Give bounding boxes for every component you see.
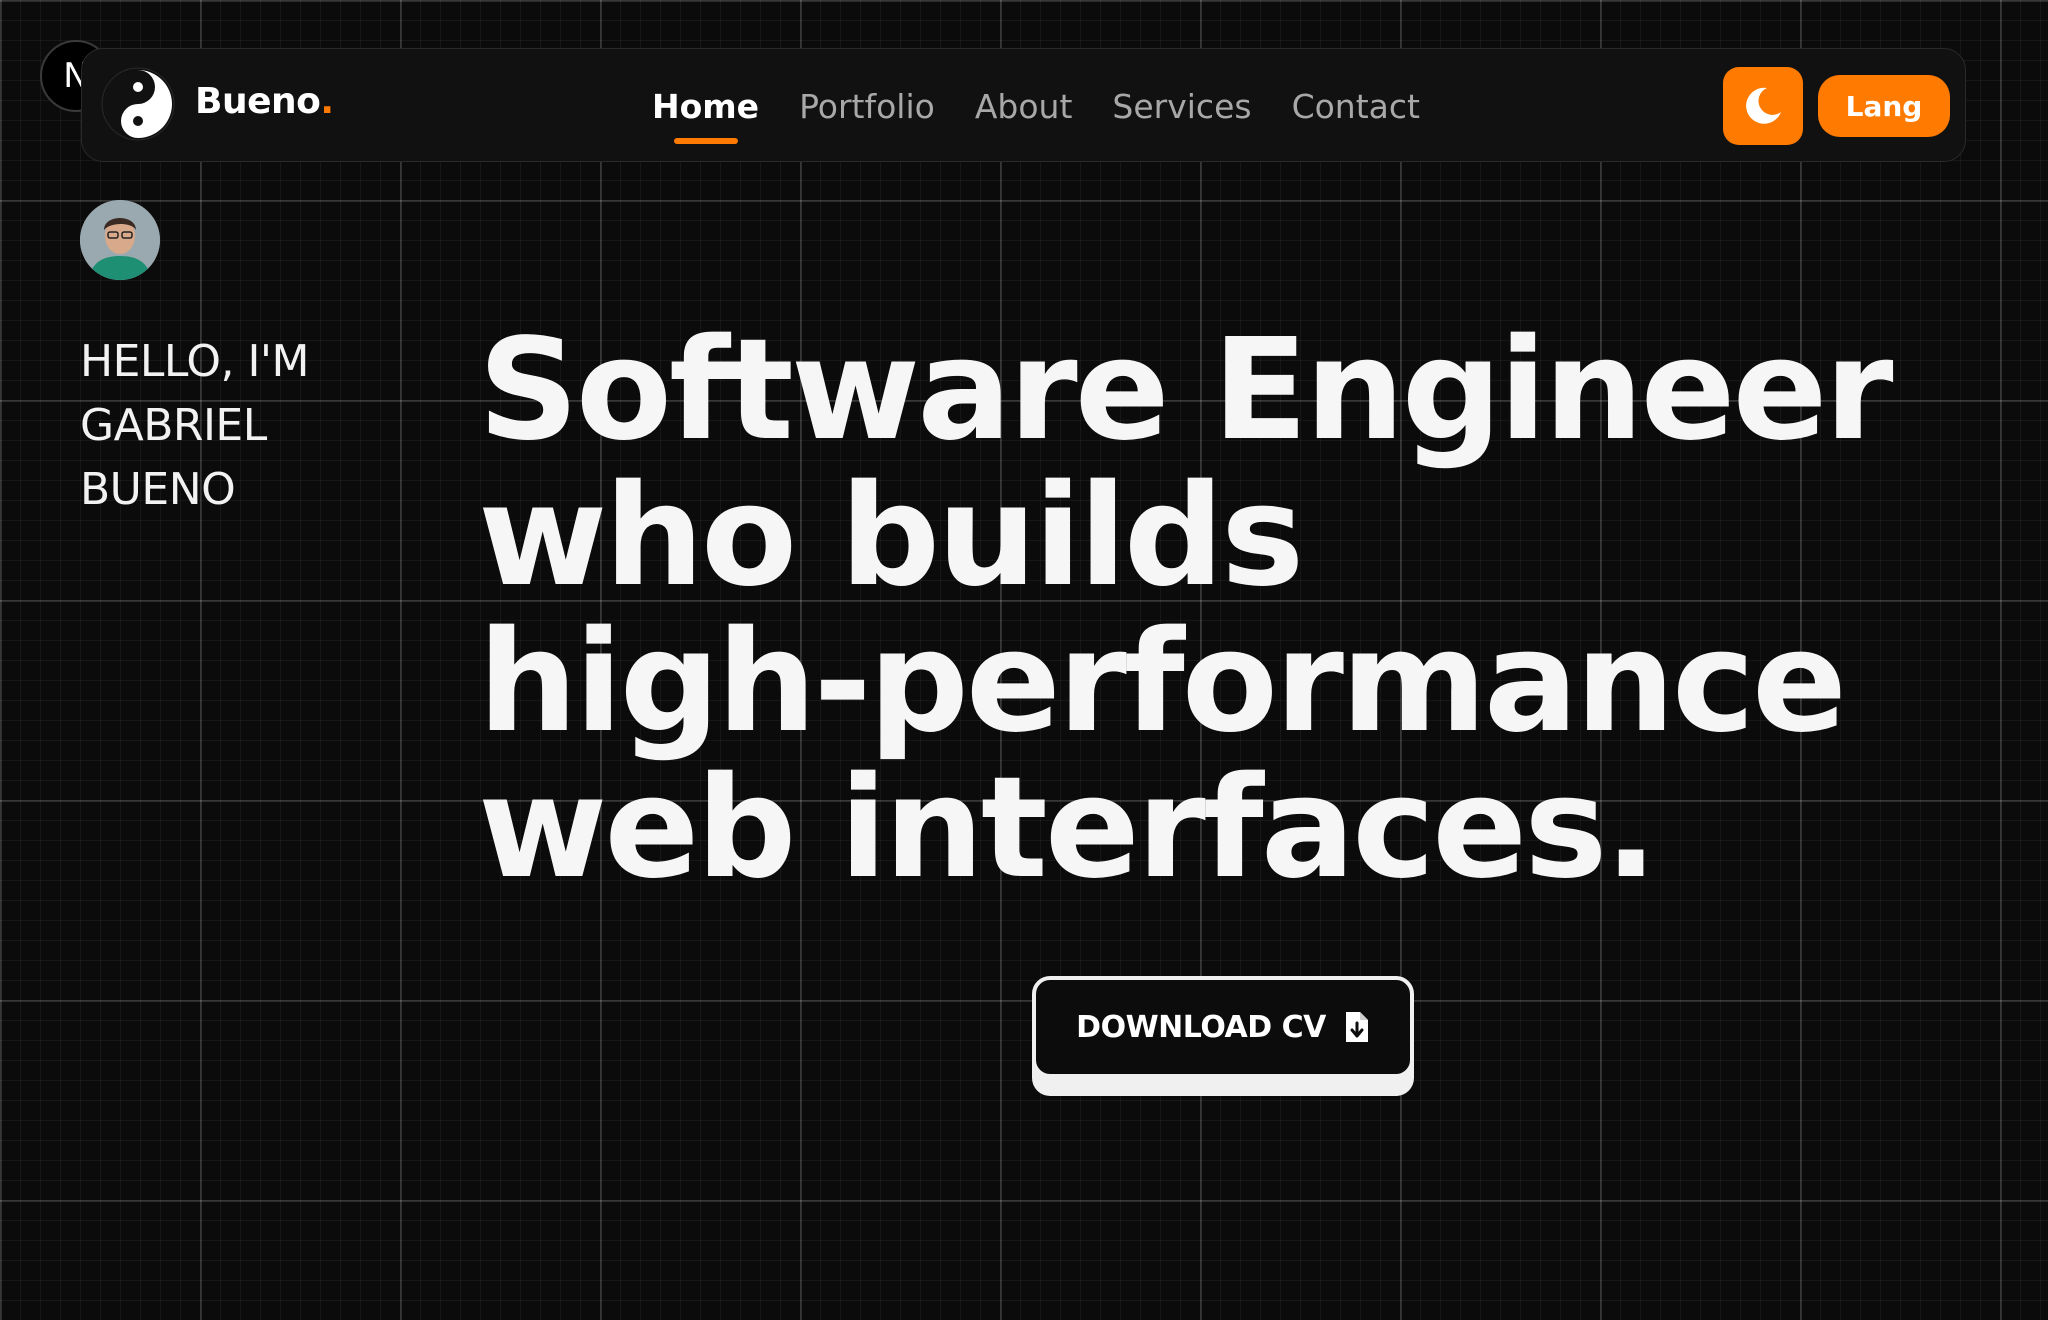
brand-name: Bueno	[195, 81, 321, 122]
headline-line: high-performance	[478, 601, 1847, 764]
nav-link-services[interactable]: Services	[1112, 87, 1251, 126]
nav-link-about[interactable]: About	[975, 87, 1073, 126]
brand-dot: .	[320, 81, 334, 122]
download-cv-button-face[interactable]: DOWNLOAD CV	[1032, 976, 1414, 1078]
brand-logo-text[interactable]: Bueno.	[195, 81, 334, 122]
nav-link-home[interactable]: Home	[652, 87, 759, 126]
greeting-line: BUENO	[80, 464, 236, 515]
file-download-icon	[1345, 1012, 1368, 1042]
main-nav: Home Portfolio About Services Contact	[652, 49, 1420, 163]
headline-line: Software Engineer	[478, 309, 1894, 472]
greeting-line: GABRIEL	[80, 400, 267, 451]
download-cv-label: DOWNLOAD CV	[1076, 1009, 1326, 1045]
greeting-line: HELLO, I'M	[80, 336, 310, 387]
headline-line: web interfaces.	[478, 747, 1658, 910]
language-button[interactable]: Lang	[1818, 75, 1950, 137]
yin-yang-logo-icon[interactable]	[100, 66, 176, 142]
headline-line: who builds	[478, 455, 1304, 618]
download-cv-button[interactable]: DOWNLOAD CV	[1032, 976, 1414, 1096]
nav-link-portfolio[interactable]: Portfolio	[799, 87, 935, 126]
navbar: Bueno. Home Portfolio About Services Con…	[81, 48, 1966, 162]
hero-headline: Software Engineer who builds high-perfor…	[478, 318, 1998, 902]
moon-icon	[1746, 87, 1781, 124]
nav-link-contact[interactable]: Contact	[1292, 87, 1420, 126]
theme-toggle-button[interactable]	[1723, 67, 1803, 145]
avatar	[80, 200, 160, 280]
hero-greeting: HELLO, I'M GABRIEL BUENO	[80, 330, 400, 522]
